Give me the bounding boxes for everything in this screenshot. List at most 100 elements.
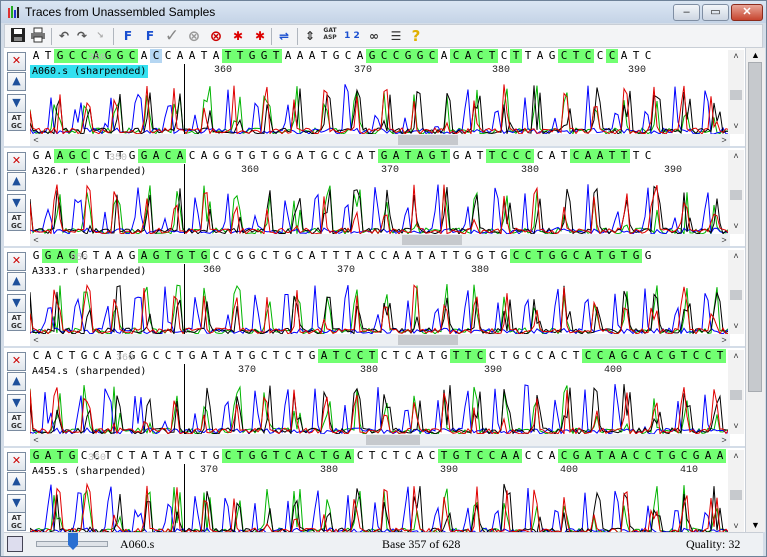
base-call[interactable]: C bbox=[282, 449, 294, 463]
remove-trace-button[interactable]: ✕ bbox=[7, 352, 26, 371]
base-call[interactable]: A bbox=[174, 149, 186, 163]
base-call[interactable]: C bbox=[654, 349, 666, 363]
base-display-button[interactable]: AT GC bbox=[7, 112, 26, 131]
base-call[interactable]: G bbox=[30, 449, 42, 463]
base-call[interactable]: A bbox=[402, 249, 414, 263]
base-call[interactable]: A bbox=[462, 149, 474, 163]
base-call[interactable]: T bbox=[486, 249, 498, 263]
base-call[interactable]: G bbox=[414, 49, 426, 63]
base-call[interactable]: G bbox=[246, 249, 258, 263]
base-call[interactable]: A bbox=[354, 249, 366, 263]
scroll-down-icon[interactable]: ˅ bbox=[728, 420, 744, 432]
next-edit-icon[interactable]: ✱ bbox=[251, 27, 269, 45]
base-call[interactable]: T bbox=[474, 149, 486, 163]
base-call[interactable]: G bbox=[234, 249, 246, 263]
scroll-down-icon[interactable]: ˅ bbox=[728, 520, 744, 532]
move-down-button[interactable]: ▼ bbox=[7, 94, 26, 113]
base-call[interactable]: C bbox=[342, 349, 354, 363]
scroll-thumb[interactable] bbox=[730, 490, 742, 500]
base-call[interactable]: A bbox=[54, 249, 66, 263]
forward-f-icon[interactable]: F bbox=[119, 27, 137, 45]
base-call[interactable]: C bbox=[378, 249, 390, 263]
base-call[interactable]: C bbox=[258, 249, 270, 263]
base-call[interactable]: T bbox=[714, 349, 726, 363]
strand-arrows-icon[interactable]: ⇌ bbox=[275, 27, 293, 45]
base-call[interactable]: A bbox=[534, 49, 546, 63]
base-call[interactable]: G bbox=[30, 249, 42, 263]
base-call[interactable]: A bbox=[138, 49, 150, 63]
base-call[interactable]: A bbox=[198, 149, 210, 163]
base-call[interactable]: C bbox=[570, 249, 582, 263]
base-call[interactable]: C bbox=[510, 249, 522, 263]
base-sequence[interactable]: CACTGCATGGCCTGATATGCTCTGATCCTCTCATGTTCCT… bbox=[30, 349, 730, 363]
base-call[interactable]: A bbox=[606, 449, 618, 463]
base-call[interactable]: C bbox=[222, 249, 234, 263]
base-call[interactable]: A bbox=[438, 49, 450, 63]
base-call[interactable]: A bbox=[414, 449, 426, 463]
base-call[interactable]: C bbox=[498, 49, 510, 63]
scroll-thumb[interactable] bbox=[730, 390, 742, 400]
base-call[interactable]: G bbox=[510, 349, 522, 363]
scroll-up-icon[interactable]: ˄ bbox=[728, 150, 744, 162]
base-call[interactable]: T bbox=[402, 149, 414, 163]
base-call[interactable]: G bbox=[282, 249, 294, 263]
scroll-left-icon[interactable]: < bbox=[30, 234, 42, 246]
base-call[interactable]: T bbox=[330, 349, 342, 363]
base-call[interactable]: C bbox=[630, 449, 642, 463]
base-call[interactable]: A bbox=[582, 449, 594, 463]
scroll-up-icon[interactable]: ▲ bbox=[746, 48, 765, 62]
trace-horizontal-scrollbar[interactable]: <> bbox=[30, 434, 730, 446]
base-call[interactable]: C bbox=[534, 349, 546, 363]
base-call[interactable]: A bbox=[642, 349, 654, 363]
base-call[interactable]: C bbox=[30, 349, 42, 363]
link-icon[interactable]: ∞ bbox=[365, 27, 383, 45]
prev-edit-icon[interactable]: ✱ bbox=[229, 27, 247, 45]
trace-vertical-scrollbar[interactable]: ˄ ˅ bbox=[728, 50, 744, 134]
base-call[interactable]: T bbox=[54, 449, 66, 463]
base-call[interactable]: C bbox=[114, 449, 126, 463]
base-call[interactable]: G bbox=[438, 349, 450, 363]
base-call[interactable]: T bbox=[630, 49, 642, 63]
base-call[interactable]: T bbox=[318, 49, 330, 63]
save-icon[interactable] bbox=[9, 27, 27, 45]
base-call[interactable]: A bbox=[618, 49, 630, 63]
base-call[interactable]: C bbox=[390, 49, 402, 63]
base-call[interactable]: C bbox=[642, 149, 654, 163]
base-call[interactable]: G bbox=[570, 449, 582, 463]
base-call[interactable]: A bbox=[138, 249, 150, 263]
base-call[interactable]: G bbox=[150, 249, 162, 263]
base-call[interactable]: C bbox=[510, 149, 522, 163]
base-call[interactable]: T bbox=[234, 149, 246, 163]
base-call[interactable]: C bbox=[90, 349, 102, 363]
base-call[interactable]: T bbox=[270, 449, 282, 463]
base-call[interactable]: C bbox=[162, 49, 174, 63]
base-call[interactable]: G bbox=[630, 249, 642, 263]
scroll-thumb[interactable] bbox=[730, 290, 742, 300]
base-call[interactable]: G bbox=[462, 249, 474, 263]
base-call[interactable]: A bbox=[294, 49, 306, 63]
base-call[interactable]: T bbox=[618, 149, 630, 163]
base-call[interactable]: C bbox=[522, 149, 534, 163]
trace-horizontal-scrollbar[interactable]: <> bbox=[30, 234, 730, 246]
base-sequence[interactable]: GAAGCCTTGGACACAGGTGTGGATGCCATGATAGTGATTC… bbox=[30, 149, 730, 163]
scroll-down-icon[interactable]: ˅ bbox=[728, 120, 744, 132]
base-call[interactable]: A bbox=[210, 49, 222, 63]
base-call[interactable]: C bbox=[558, 349, 570, 363]
base-call[interactable]: A bbox=[354, 149, 366, 163]
base-call[interactable]: A bbox=[426, 249, 438, 263]
base-call[interactable]: A bbox=[54, 149, 66, 163]
base-call[interactable]: A bbox=[390, 149, 402, 163]
base-call[interactable]: G bbox=[270, 149, 282, 163]
base-call[interactable]: C bbox=[126, 49, 138, 63]
base-call[interactable]: A bbox=[354, 49, 366, 63]
base-call[interactable]: T bbox=[150, 449, 162, 463]
help-icon[interactable]: ? bbox=[407, 27, 425, 45]
trace-horizontal-scrollbar[interactable]: <> bbox=[30, 334, 730, 346]
accept-check-icon[interactable]: ✓ bbox=[163, 27, 181, 45]
base-call[interactable]: G bbox=[666, 449, 678, 463]
base-call[interactable]: G bbox=[198, 249, 210, 263]
base-call[interactable]: T bbox=[186, 249, 198, 263]
base-call[interactable]: C bbox=[474, 49, 486, 63]
base-call[interactable]: G bbox=[246, 349, 258, 363]
base-call[interactable]: A bbox=[198, 349, 210, 363]
